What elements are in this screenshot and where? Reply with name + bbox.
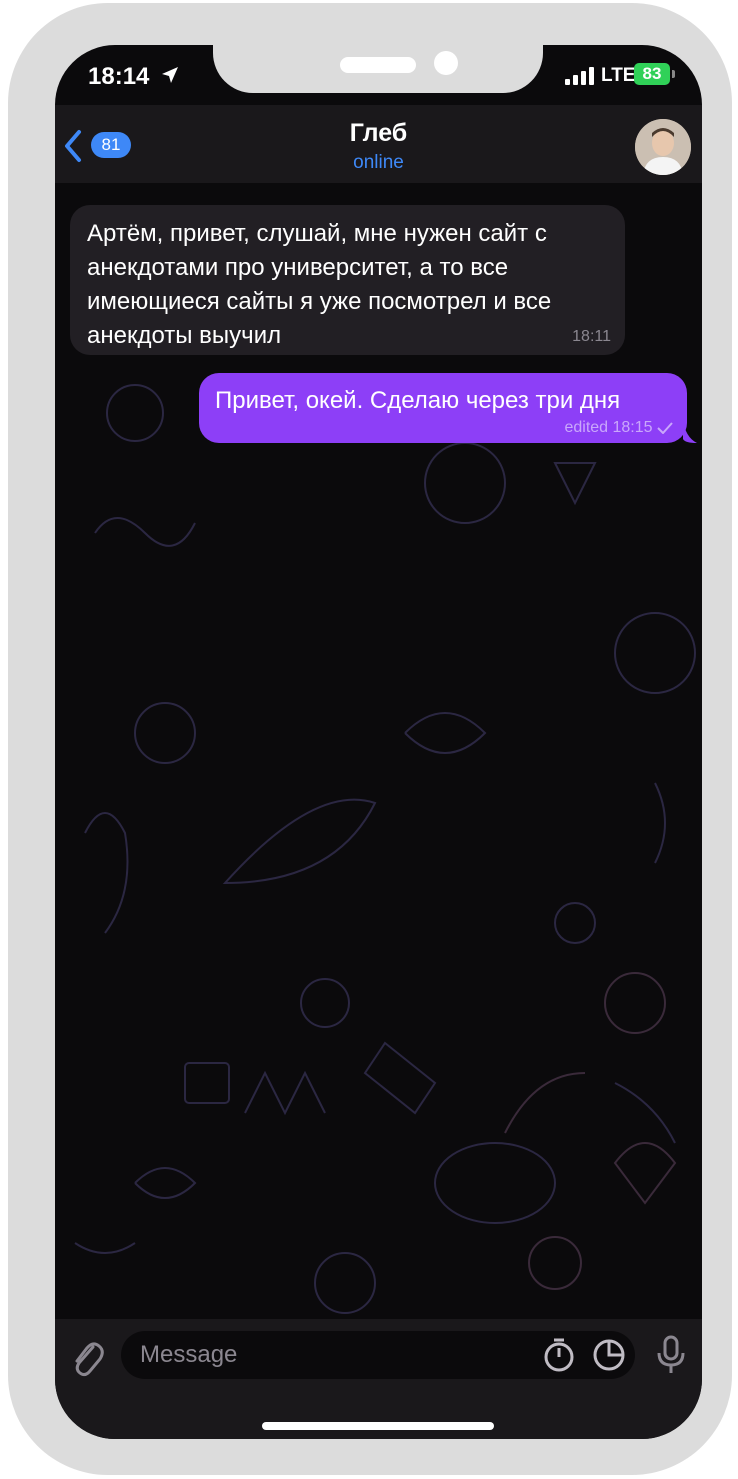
chat-name: Глеб — [349, 119, 408, 147]
microphone-icon[interactable] — [655, 1335, 687, 1375]
notch — [213, 45, 543, 93]
avatar[interactable] — [635, 119, 691, 175]
chat-area[interactable]: Артём, привет, слушай, мне нужен сайт с … — [55, 183, 702, 1319]
chat-header: 81 Глеб online — [55, 105, 702, 183]
signal-bars-icon — [565, 67, 594, 85]
screen: 18:14 LTE 83 81 Глеб online Артём, приве… — [55, 45, 702, 1439]
message-input-bar — [55, 1319, 702, 1439]
battery-level: 83 — [634, 63, 670, 85]
outgoing-message-bubble[interactable]: Привет, окей. Сделаю через три дня edite… — [199, 373, 687, 443]
location-arrow-icon — [162, 67, 178, 83]
avatar-image — [635, 119, 691, 175]
message-text: Привет, окей. Сделаю через три дня — [215, 387, 621, 414]
front-camera — [434, 51, 458, 75]
sticker-icon[interactable] — [592, 1338, 626, 1372]
speaker — [340, 57, 416, 73]
checkmark-icon — [657, 422, 673, 435]
message-meta: edited 18:15 — [564, 419, 673, 437]
paperclip-icon[interactable] — [69, 1337, 105, 1377]
chat-status: online — [353, 152, 404, 173]
phone-frame: 18:14 LTE 83 81 Глеб online Артём, приве… — [8, 3, 732, 1475]
battery-tip — [672, 70, 675, 78]
message-edited-time: edited 18:15 — [564, 419, 653, 436]
timer-icon[interactable] — [542, 1338, 576, 1372]
home-indicator[interactable] — [262, 1422, 494, 1430]
status-time: 18:14 — [88, 63, 150, 90]
incoming-message-bubble[interactable]: Артём, привет, слушай, мне нужен сайт с … — [70, 205, 625, 355]
bubble-tail — [683, 419, 697, 443]
message-text: Артём, привет, слушай, мне нужен сайт с … — [87, 220, 552, 349]
message-time: 18:11 — [572, 328, 611, 345]
chat-title-block[interactable]: Глеб online — [55, 119, 702, 174]
network-type: LTE — [601, 65, 636, 86]
